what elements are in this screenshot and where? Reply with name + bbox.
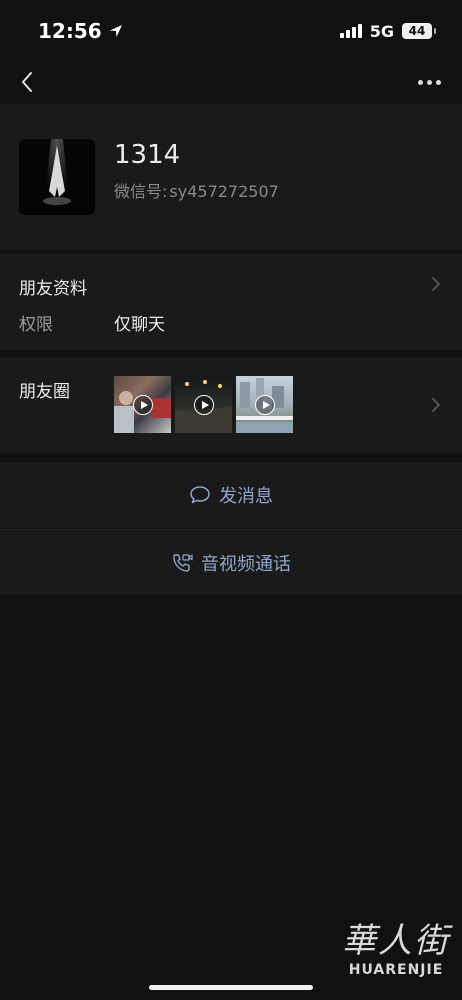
more-dot-icon — [426, 79, 432, 85]
video-call-label: 音视频通话 — [201, 553, 291, 575]
battery-icon: 44 — [402, 23, 436, 39]
moments-thumbnail[interactable] — [114, 376, 171, 433]
signal-icon — [339, 24, 362, 38]
moments-thumbnails — [114, 376, 293, 433]
status-time-text: 12:56 — [38, 19, 102, 43]
more-button[interactable] — [414, 72, 444, 92]
wechat-id-label: 微信号: — [114, 182, 168, 201]
friend-info-title: 朋友资料 — [19, 279, 87, 299]
chevron-right-icon — [432, 398, 441, 412]
status-time: 12:56 — [38, 19, 124, 43]
send-message-button[interactable]: 发消息 — [0, 462, 462, 528]
avatar-image — [19, 139, 95, 215]
permission-label: 权限 — [19, 315, 53, 335]
play-icon — [254, 394, 275, 415]
more-dot-icon — [435, 79, 441, 85]
moments-title: 朋友圈 — [19, 382, 70, 402]
network-type: 5G — [369, 21, 394, 41]
moments-thumbnail[interactable] — [175, 376, 232, 433]
more-dot-icon — [417, 79, 423, 85]
status-indicators: 5G 44 — [339, 21, 436, 41]
back-button[interactable] — [16, 68, 40, 96]
permission-value: 仅聊天 — [114, 315, 165, 335]
watermark: 華人街 HUARENJIE — [342, 913, 450, 978]
chat-bubble-icon — [190, 486, 210, 504]
friend-info-section[interactable]: 朋友资料 权限 仅聊天 — [0, 254, 462, 350]
moments-thumbnail[interactable] — [236, 376, 293, 433]
send-message-label: 发消息 — [219, 486, 273, 507]
watermark-cn: 華人街 — [342, 921, 450, 961]
nav-bar — [0, 62, 462, 104]
phone-video-icon — [173, 553, 193, 572]
watermark-en: HUARENJIE — [348, 962, 444, 978]
home-indicator[interactable] — [149, 985, 313, 990]
wechat-id: 微信号: sy457272507 — [114, 178, 279, 202]
profile-header: 1314 微信号: sy457272507 — [0, 104, 462, 250]
location-arrow-icon — [109, 25, 122, 37]
avatar[interactable] — [19, 139, 95, 215]
chevron-right-icon — [432, 277, 441, 291]
chevron-left-icon — [22, 72, 32, 92]
moments-section[interactable]: 朋友圈 — [0, 357, 462, 453]
nickname: 1314 — [114, 140, 181, 170]
video-call-button[interactable]: 音视频通话 — [0, 529, 462, 595]
play-icon — [132, 394, 153, 415]
wechat-id-value: sy457272507 — [169, 182, 279, 201]
play-icon — [193, 394, 214, 415]
status-bar: 12:56 5G 44 — [0, 0, 462, 62]
